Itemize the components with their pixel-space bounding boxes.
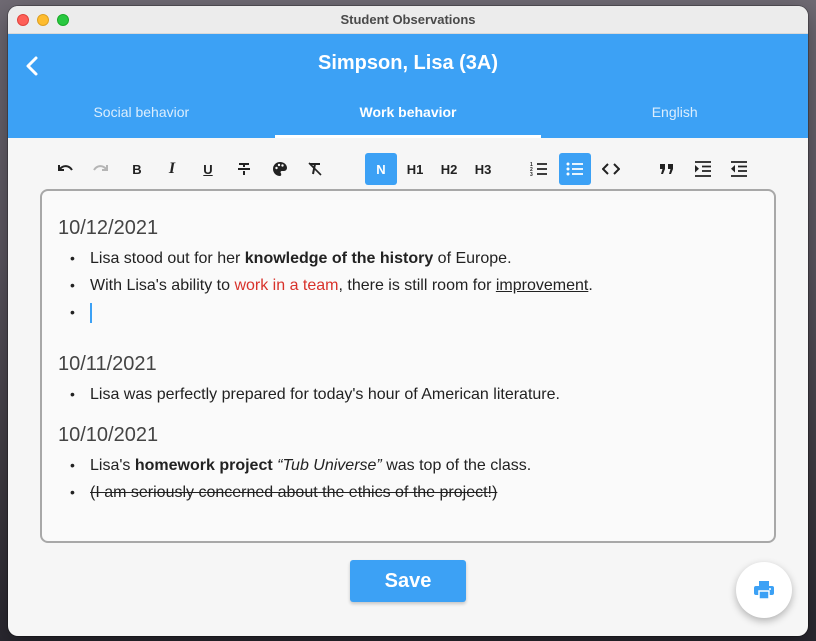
zoom-window-button[interactable] — [57, 14, 69, 26]
editor-toolbar: B I U N H1 H2 H3 1 2 3 — [48, 153, 768, 185]
heading-1-button[interactable]: H1 — [399, 153, 431, 185]
clear-format-icon — [308, 162, 322, 176]
indent-decrease-icon — [731, 161, 747, 177]
save-button[interactable]: Save — [350, 560, 466, 602]
bullet-list-icon — [566, 162, 583, 176]
entry-list: Lisa stood out for her knowledge of the … — [58, 245, 758, 326]
palette-icon — [273, 162, 287, 176]
undo-button[interactable] — [50, 153, 82, 185]
bullet-list-button[interactable] — [559, 153, 591, 185]
clear-format-button[interactable] — [299, 153, 331, 185]
entry-list: Lisa's homework project “Tub Universe” w… — [58, 452, 758, 506]
category-tabs: Social behavior Work behavior English — [8, 88, 808, 138]
outdent-button[interactable] — [723, 153, 755, 185]
heading-2-button[interactable]: H2 — [433, 153, 465, 185]
numbered-list-button[interactable]: 1 2 3 — [523, 153, 555, 185]
quote-icon — [660, 164, 673, 174]
undo-icon — [58, 165, 73, 171]
tab-work-behavior[interactable]: Work behavior — [274, 88, 542, 138]
text-cursor — [90, 302, 92, 323]
list-item[interactable]: Lisa stood out for her knowledge of the … — [58, 245, 758, 272]
title-bar: Student Observations — [8, 6, 808, 34]
numbered-list-icon: 1 2 3 — [530, 162, 547, 177]
quote-button[interactable] — [651, 153, 683, 185]
code-icon — [602, 163, 620, 175]
tab-english[interactable]: English — [541, 88, 808, 138]
list-item-empty[interactable] — [58, 299, 758, 326]
entry-date: 10/12/2021 — [58, 217, 159, 239]
bold-button[interactable]: B — [121, 153, 153, 185]
tab-social-behavior[interactable]: Social behavior — [8, 88, 275, 138]
print-icon — [754, 581, 774, 600]
list-item[interactable]: (I am seriously concerned about the ethi… — [58, 479, 758, 506]
editor-content[interactable]: 10/12/2021 Lisa stood out for her knowle… — [58, 215, 758, 506]
entry-date: 10/11/2021 — [58, 353, 157, 375]
list-item[interactable]: With Lisa's ability to work in a team, t… — [58, 272, 758, 299]
underline-button[interactable]: U — [192, 153, 224, 185]
indent-increase-icon — [695, 161, 711, 177]
text-color-button[interactable] — [264, 153, 296, 185]
close-window-button[interactable] — [17, 14, 29, 26]
indent-button[interactable] — [687, 153, 719, 185]
redo-icon — [93, 165, 108, 171]
redo-button[interactable] — [84, 153, 116, 185]
window-controls — [17, 14, 69, 26]
student-name: Simpson, Lisa (3A) — [317, 52, 499, 74]
code-block-button[interactable] — [595, 153, 627, 185]
entry-date: 10/10/2021 — [58, 424, 159, 446]
heading-3-button[interactable]: H3 — [467, 153, 499, 185]
app-window: Student Observations Simpson, Lisa (3A) … — [8, 6, 808, 636]
list-item[interactable]: Lisa's homework project “Tub Universe” w… — [58, 452, 758, 479]
strikethrough-icon — [238, 163, 250, 175]
entry-list: Lisa was perfectly prepared for today's … — [58, 381, 758, 408]
svg-text:3: 3 — [530, 172, 533, 177]
minimize-window-button[interactable] — [37, 14, 49, 26]
normal-text-button[interactable]: N — [365, 153, 397, 185]
strikethrough-button[interactable] — [228, 153, 260, 185]
window-title: Student Observations — [340, 12, 476, 27]
print-button[interactable] — [736, 562, 792, 618]
italic-button[interactable]: I — [156, 153, 188, 185]
list-item[interactable]: Lisa was perfectly prepared for today's … — [58, 381, 758, 408]
observation-editor[interactable]: 10/12/2021 Lisa stood out for her knowle… — [40, 189, 776, 543]
app-bar: Simpson, Lisa (3A) Social behavior Work … — [8, 34, 808, 138]
